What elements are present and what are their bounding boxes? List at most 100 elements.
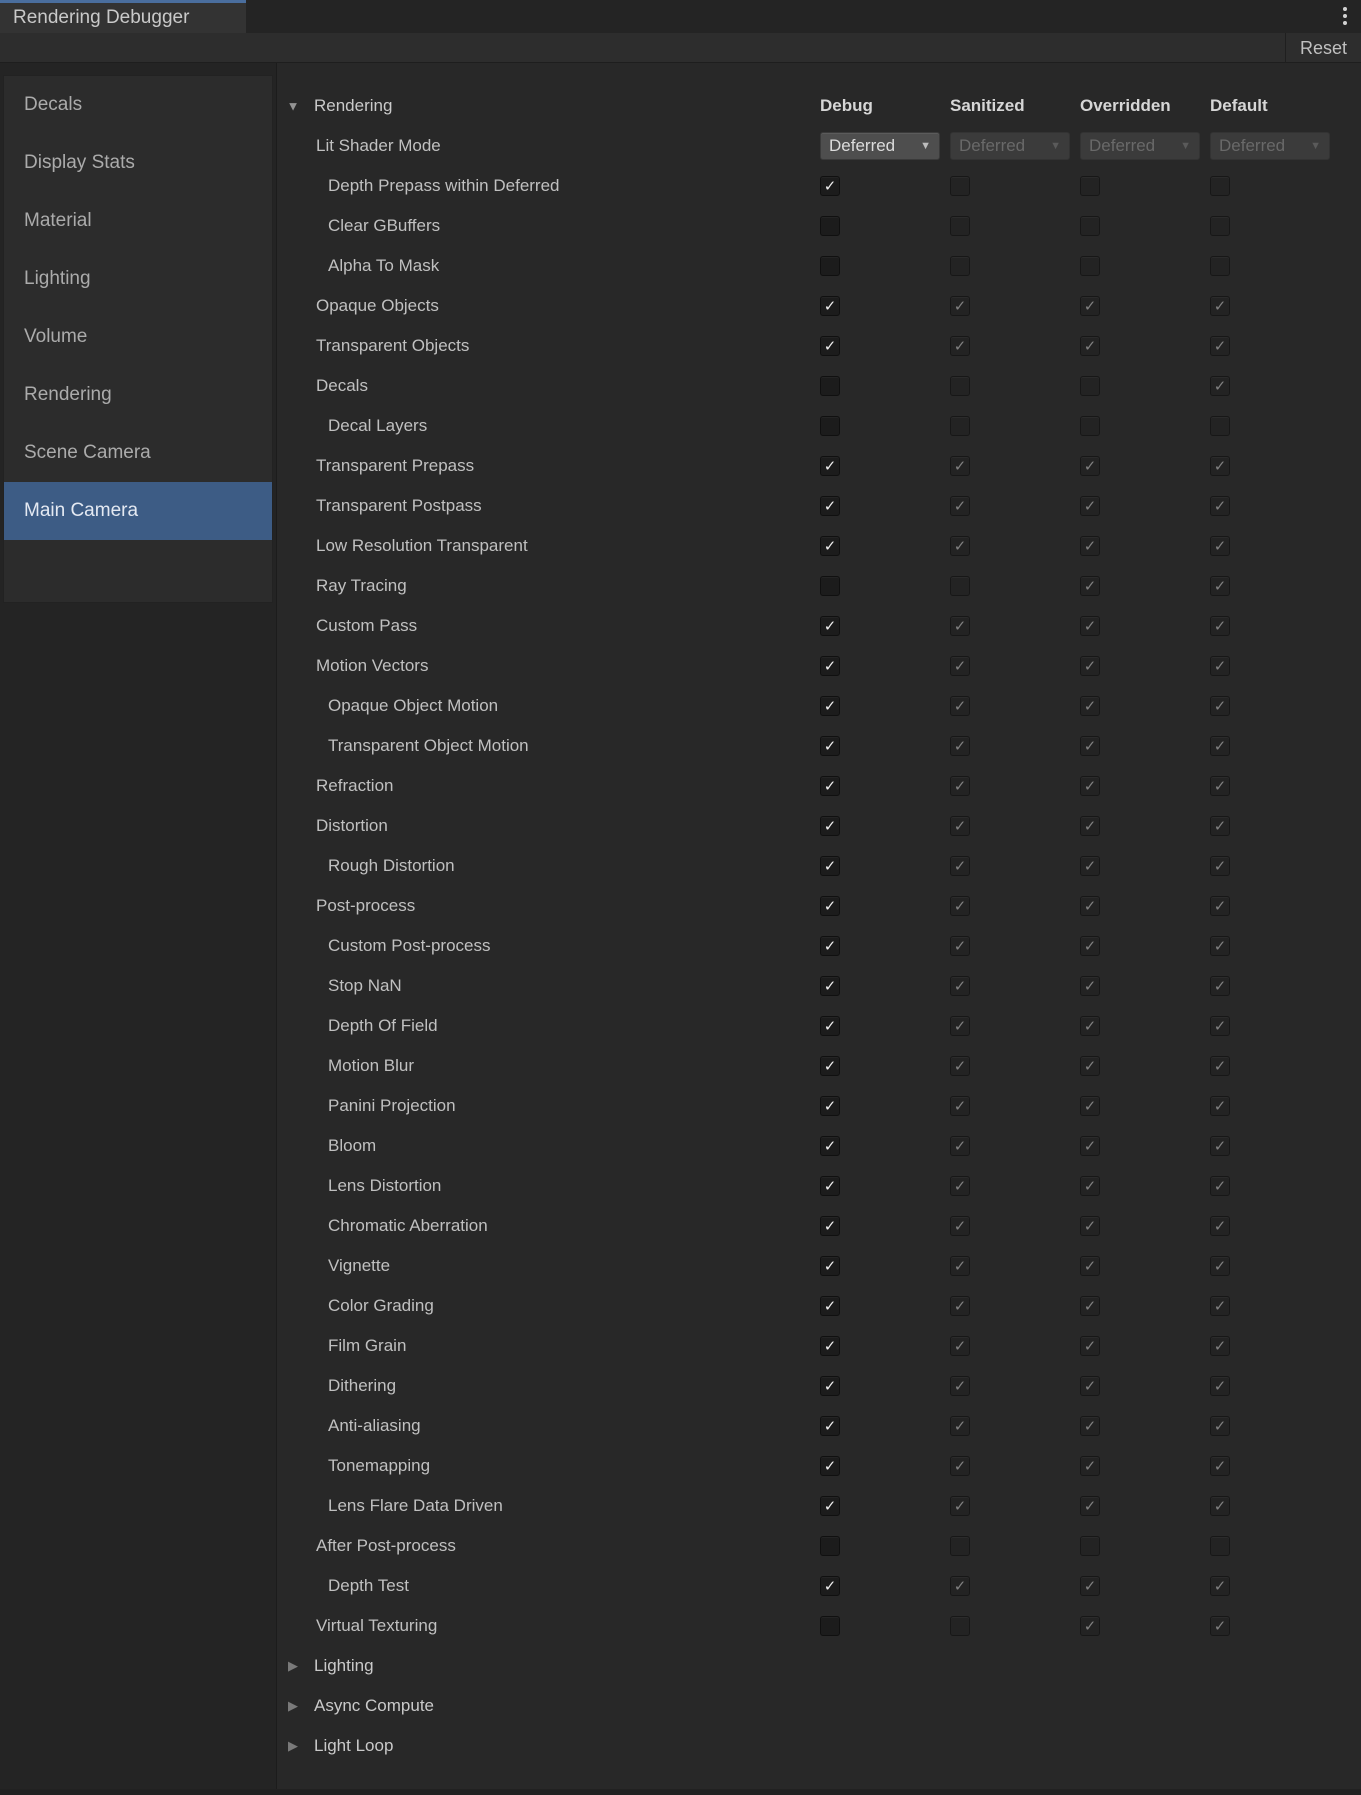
checkbox-debug[interactable]: ✓	[820, 736, 840, 756]
checkbox-debug[interactable]: ✓	[820, 656, 840, 676]
checkbox-default: ✓	[1210, 776, 1230, 796]
checkbox-debug[interactable]: ✓	[820, 456, 840, 476]
checkmark-icon: ✓	[1214, 1459, 1227, 1474]
rendering-debugger-window: Rendering Debugger Reset Decals Display …	[0, 0, 1361, 1795]
checkbox-sanitized: ✓	[950, 776, 970, 796]
sidebar-item-display-stats[interactable]: Display Stats	[4, 134, 272, 192]
tree-row-custom-pass: Custom Pass✓✓✓✓	[277, 606, 1361, 646]
tree-row-rendering[interactable]: ▼Rendering	[277, 86, 1361, 126]
checkbox-overridden	[1080, 1536, 1100, 1556]
checkbox-debug[interactable]	[820, 376, 840, 396]
tree-row-async-compute[interactable]: ▶Async Compute	[277, 1686, 1361, 1726]
checkmark-icon: ✓	[1214, 979, 1227, 994]
kebab-menu-icon[interactable]	[1343, 7, 1347, 25]
checkbox-debug[interactable]	[820, 216, 840, 236]
checkmark-icon: ✓	[954, 1259, 967, 1274]
checkmark-icon: ✓	[1214, 1419, 1227, 1434]
checkbox-debug[interactable]: ✓	[820, 336, 840, 356]
checkbox-debug[interactable]	[820, 1536, 840, 1556]
checkmark-icon: ✓	[1084, 1419, 1097, 1434]
checkbox-overridden: ✓	[1080, 1136, 1100, 1156]
checkmark-icon: ✓	[1084, 299, 1097, 314]
tree-row-lighting[interactable]: ▶ Lighting	[277, 1646, 1361, 1686]
checkbox-debug[interactable]: ✓	[820, 1016, 840, 1036]
checkbox-sanitized: ✓	[950, 1336, 970, 1356]
checkbox-debug[interactable]: ✓	[820, 816, 840, 836]
checkmark-icon: ✓	[824, 539, 837, 554]
checkbox-debug[interactable]: ✓	[820, 296, 840, 316]
checkbox-debug[interactable]: ✓	[820, 1096, 840, 1116]
checkbox-debug[interactable]: ✓	[820, 1456, 840, 1476]
checkbox-debug[interactable]: ✓	[820, 936, 840, 956]
checkbox-debug[interactable]: ✓	[820, 1256, 840, 1276]
checkmark-icon: ✓	[1084, 779, 1097, 794]
checkbox-debug[interactable]: ✓	[820, 536, 840, 556]
checkbox-debug[interactable]: ✓	[820, 1216, 840, 1236]
sidebar-item-decals[interactable]: Decals	[4, 76, 272, 134]
checkbox-debug[interactable]	[820, 416, 840, 436]
reset-button[interactable]: Reset	[1285, 33, 1361, 63]
checkbox-debug[interactable]: ✓	[820, 1056, 840, 1076]
row-label: Custom Pass	[316, 616, 417, 636]
tree-row-light-loop[interactable]: ▶Light Loop	[277, 1726, 1361, 1766]
row-label: After Post-process	[316, 1536, 456, 1556]
checkbox-debug[interactable]: ✓	[820, 696, 840, 716]
row-label: Opaque Object Motion	[328, 696, 498, 716]
checkbox-debug[interactable]: ✓	[820, 1136, 840, 1156]
tree-row-after-post-process: After Post-process	[277, 1526, 1361, 1566]
checkmark-icon: ✓	[824, 1499, 837, 1514]
checkbox-debug[interactable]: ✓	[820, 1576, 840, 1596]
checkbox-debug[interactable]: ✓	[820, 496, 840, 516]
checkmark-icon: ✓	[824, 939, 837, 954]
sidebar-item-scene-camera[interactable]: Scene Camera	[4, 424, 272, 482]
checkmark-icon: ✓	[954, 699, 967, 714]
foldout-collapsed-icon[interactable]: ▶	[285, 1698, 301, 1714]
sidebar-item-material[interactable]: Material	[4, 192, 272, 250]
settings-table: Debug Sanitized Overridden Default ▼Rend…	[277, 63, 1361, 1795]
checkbox-debug[interactable]: ✓	[820, 1496, 840, 1516]
tree-rows: ▼RenderingLit Shader ModeDeferred▼Deferr…	[277, 86, 1361, 1766]
foldout-expanded-icon[interactable]: ▼	[285, 99, 301, 114]
checkbox-debug[interactable]: ✓	[820, 616, 840, 636]
checkbox-debug[interactable]: ✓	[820, 776, 840, 796]
checkbox-debug[interactable]: ✓	[820, 176, 840, 196]
row-label: Stop NaN	[328, 976, 402, 996]
checkbox-debug[interactable]: ✓	[820, 856, 840, 876]
checkmark-icon: ✓	[1214, 299, 1227, 314]
checkbox-debug[interactable]: ✓	[820, 1376, 840, 1396]
checkmark-icon: ✓	[954, 659, 967, 674]
checkbox-debug[interactable]	[820, 1616, 840, 1636]
row-label: Alpha To Mask	[328, 256, 439, 276]
tree-row-stop-nan: Stop NaN✓✓✓✓	[277, 966, 1361, 1006]
tab-rendering-debugger[interactable]: Rendering Debugger	[0, 0, 246, 33]
checkbox-sanitized: ✓	[950, 736, 970, 756]
checkmark-icon: ✓	[1084, 499, 1097, 514]
sidebar-item-lighting[interactable]: Lighting	[4, 250, 272, 308]
checkbox-debug[interactable]	[820, 576, 840, 596]
checkbox-debug[interactable]: ✓	[820, 1336, 840, 1356]
checkbox-debug[interactable]: ✓	[820, 1176, 840, 1196]
checkbox-default: ✓	[1210, 1176, 1230, 1196]
foldout-collapsed-icon[interactable]: ▶	[285, 1738, 301, 1754]
row-label: Lighting	[314, 1656, 374, 1676]
checkbox-debug[interactable]: ✓	[820, 1296, 840, 1316]
checkbox-debug[interactable]: ✓	[820, 976, 840, 996]
row-label: Depth Test	[328, 1576, 409, 1596]
sidebar-item-volume[interactable]: Volume	[4, 308, 272, 366]
checkbox-overridden: ✓	[1080, 536, 1100, 556]
checkbox-debug[interactable]	[820, 256, 840, 276]
checkbox-debug[interactable]: ✓	[820, 896, 840, 916]
checkmark-icon: ✓	[824, 1259, 837, 1274]
tree-row-virtual-texturing: Virtual Texturing✓✓	[277, 1606, 1361, 1646]
sidebar-item-main-camera[interactable]: Main Camera	[4, 482, 272, 540]
foldout-collapsed-icon[interactable]: ▶	[285, 1658, 301, 1674]
checkmark-icon: ✓	[954, 899, 967, 914]
checkbox-debug[interactable]: ✓	[820, 1416, 840, 1436]
lit-shader-mode-dropdown-debug[interactable]: Deferred▼	[820, 132, 940, 160]
checkmark-icon: ✓	[1214, 699, 1227, 714]
sidebar-item-rendering[interactable]: Rendering	[4, 366, 272, 424]
checkmark-icon: ✓	[1084, 699, 1097, 714]
checkmark-icon: ✓	[954, 1299, 967, 1314]
row-label: Lens Flare Data Driven	[328, 1496, 503, 1516]
tree-row-transparent-objects: Transparent Objects✓✓✓✓	[277, 326, 1361, 366]
